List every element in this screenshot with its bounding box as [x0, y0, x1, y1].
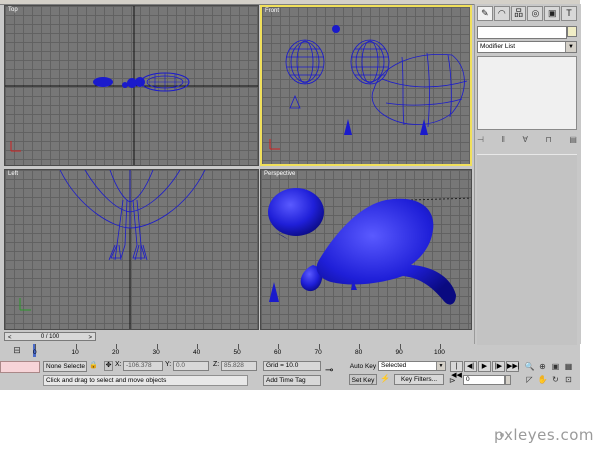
- absolute-mode-icon[interactable]: ✥: [104, 361, 113, 371]
- selection-set-dropdown[interactable]: Selected ▼: [378, 361, 446, 371]
- left-scene: [19, 170, 206, 329]
- grid-spacing: Grid = 10.0: [263, 361, 321, 371]
- perspective-scene: [268, 188, 471, 305]
- ruler-tick-label: 0: [33, 349, 37, 356]
- modifier-list-label: Modifier List: [480, 43, 516, 50]
- maximize-viewport-icon[interactable]: ⊡: [563, 374, 574, 385]
- command-panel-tabs: ✎ ◠ 品 ◎ ▣ T: [477, 6, 577, 22]
- watermark: pxleyes.com: [493, 426, 594, 444]
- ruler-tick-label: 80: [355, 349, 363, 356]
- time-next-button[interactable]: >: [88, 334, 92, 342]
- key-icon[interactable]: ⊸: [325, 365, 343, 377]
- chevron-down-icon: ▼: [436, 362, 445, 370]
- ruler-tick-label: 20: [112, 349, 120, 356]
- frame-ruler[interactable]: 0 10 20 30 40 50 60 70 80 90 100: [33, 344, 473, 358]
- time-slider[interactable]: < 0 / 100 >: [4, 332, 96, 341]
- pan-icon[interactable]: ✋: [537, 374, 548, 385]
- modifier-list-dropdown[interactable]: Modifier List ▼: [477, 41, 577, 53]
- parameters-rollout: [477, 154, 577, 345]
- viewport-perspective[interactable]: Perspective: [260, 169, 472, 330]
- object-color-swatch[interactable]: [567, 26, 577, 37]
- viewport-left[interactable]: Left: [4, 169, 259, 330]
- zoom-extents-all-icon[interactable]: ▦: [563, 361, 574, 372]
- orbit-icon[interactable]: ↻: [550, 374, 561, 385]
- key-filters-button[interactable]: Key Filters...: [394, 374, 444, 385]
- status-bar: None Selecte 🔒 ✥ X: -106.378 Y: 0.0 Z: 8…: [0, 359, 580, 389]
- ruler-tick-label: 70: [314, 349, 322, 356]
- ruler-tick-label: 60: [274, 349, 282, 356]
- object-name-field[interactable]: [477, 26, 567, 39]
- time-prev-button[interactable]: <: [8, 334, 12, 342]
- modify-icon[interactable]: ◠: [493, 6, 510, 21]
- front-scene: [269, 25, 468, 150]
- utilities-icon[interactable]: T: [561, 6, 577, 21]
- make-unique-icon[interactable]: ∀: [522, 135, 527, 144]
- max-app: Top Front Left Perspective ✎ ◠ 品 ◎ ▣ T M…: [0, 0, 581, 390]
- ruler-tick-label: 40: [193, 349, 201, 356]
- play-button[interactable]: ▶: [478, 361, 491, 372]
- top-scene: [5, 6, 258, 165]
- pin-stack-icon[interactable]: ⊣: [477, 135, 484, 144]
- add-time-tag-button[interactable]: Add Time Tag: [263, 375, 321, 386]
- ruler-tick-label: 50: [233, 349, 241, 356]
- z-coordinate-field[interactable]: 85.828: [221, 361, 257, 371]
- remove-modifier-icon[interactable]: ⊓: [546, 135, 552, 144]
- zoom-extents-icon[interactable]: ▣: [550, 361, 561, 372]
- selection-status: None Selecte: [43, 361, 87, 372]
- modifier-stack[interactable]: [477, 56, 577, 130]
- ruler-tick-label: 10: [71, 349, 79, 356]
- key-mode-icon[interactable]: ⚡: [380, 374, 390, 385]
- create-icon[interactable]: ✎: [477, 6, 493, 21]
- viewport-top[interactable]: Top: [4, 5, 259, 166]
- z-label: Z:: [213, 361, 220, 368]
- time-slider-bar[interactable]: < 0 / 100 >: [4, 332, 472, 342]
- zoom-icon[interactable]: 🔍: [524, 361, 535, 372]
- ruler-tick-label: 30: [152, 349, 160, 356]
- previous-frame-button[interactable]: ◀|: [464, 361, 477, 372]
- maxscript-listener[interactable]: [0, 361, 40, 373]
- y-label: Y:: [165, 361, 172, 368]
- auto-key-button[interactable]: Auto Key: [349, 361, 377, 372]
- y-coordinate-field[interactable]: 0.0: [173, 361, 209, 371]
- ruler-tick-label: 90: [395, 349, 403, 356]
- hierarchy-icon[interactable]: 品: [510, 6, 527, 21]
- set-key-button[interactable]: Set Key: [349, 374, 377, 385]
- zoom-all-icon[interactable]: ⊕: [537, 361, 548, 372]
- configure-sets-icon[interactable]: ▤: [569, 135, 577, 144]
- show-end-result-icon[interactable]: ‖: [502, 135, 505, 144]
- frame-spinner[interactable]: [505, 375, 511, 385]
- track-bar-icon[interactable]: ⊟: [11, 344, 23, 356]
- stack-controls: ⊣ ‖ ∀ ⊓ ▤: [477, 132, 577, 146]
- lock-icon[interactable]: 🔒: [89, 361, 98, 371]
- go-to-end-button[interactable]: ▶▶|: [506, 361, 520, 372]
- motion-icon[interactable]: ◎: [527, 6, 544, 21]
- display-icon[interactable]: ▣: [544, 6, 561, 21]
- x-label: X:: [115, 361, 122, 368]
- prompt-line: Click and drag to select and move object…: [43, 375, 248, 386]
- next-frame-button[interactable]: |▶: [492, 361, 505, 372]
- field-of-view-icon[interactable]: ◸: [524, 374, 535, 385]
- go-to-start-button[interactable]: |◀◀: [450, 361, 463, 379]
- viewport-front[interactable]: Front: [260, 5, 472, 166]
- key-mode-toggle-icon[interactable]: ⊳: [449, 376, 459, 386]
- x-coordinate-field[interactable]: -106.378: [123, 361, 163, 371]
- time-slider-label: 0 / 100: [40, 334, 60, 340]
- current-frame-field[interactable]: 0: [463, 375, 505, 385]
- command-panel: ✎ ◠ 品 ◎ ▣ T Modifier List ▼ ⊣ ‖ ∀ ⊓ ▤: [474, 4, 581, 345]
- selection-set-value: Selected: [381, 362, 407, 369]
- chevron-down-icon: ▼: [565, 42, 576, 52]
- ruler-tick-label: 100: [434, 349, 445, 356]
